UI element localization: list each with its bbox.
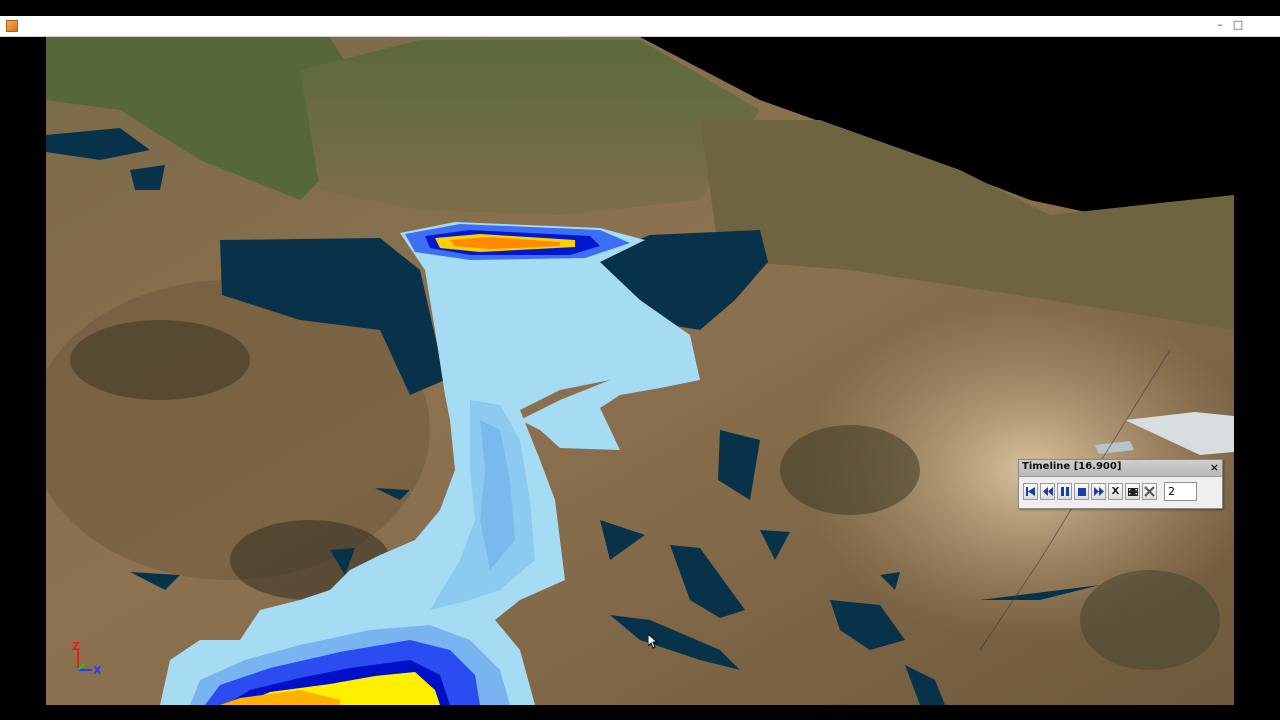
fast-forward-icon	[1093, 487, 1104, 496]
film-icon	[1127, 487, 1138, 496]
screen-bottom-border	[0, 705, 1280, 720]
step-forward-button[interactable]	[1091, 483, 1106, 500]
timeline-header[interactable]: Timeline [16.900] ×	[1019, 460, 1222, 477]
stop-button[interactable]	[1074, 483, 1089, 500]
window-titlebar[interactable]: – □ ×	[0, 16, 1280, 37]
step-size-input[interactable]	[1164, 482, 1197, 501]
skip-to-start-icon	[1026, 487, 1035, 496]
z-axis-label: Z	[72, 640, 80, 653]
axis-triad: Z X	[66, 640, 116, 685]
timeline-title: Timeline [16.900]	[1022, 461, 1122, 472]
maximize-icon[interactable]: □	[1228, 16, 1248, 36]
rewind-icon	[1042, 487, 1053, 496]
first-frame-button[interactable]	[1023, 483, 1038, 500]
shrub-patch	[70, 320, 250, 400]
step-back-button[interactable]	[1040, 483, 1055, 500]
clear-button[interactable]: X	[1108, 483, 1123, 500]
shrub-patch	[780, 425, 920, 515]
shrub-patch	[1080, 570, 1220, 670]
minimize-icon[interactable]: –	[1210, 16, 1230, 36]
3d-viewport[interactable]	[46, 37, 1234, 705]
close-icon[interactable]: ×	[1252, 16, 1272, 36]
screen-top-border	[0, 0, 1280, 16]
terrain-scene[interactable]	[46, 37, 1234, 705]
clear-button-label: X	[1111, 486, 1120, 497]
pause-icon	[1060, 487, 1069, 496]
record-button[interactable]	[1125, 483, 1140, 500]
pause-button[interactable]	[1057, 483, 1072, 500]
app-icon	[6, 20, 18, 32]
mouse-cursor-icon	[648, 634, 658, 649]
stop-icon	[1077, 487, 1086, 496]
x-axis-label: X	[93, 664, 102, 677]
tools-icon	[1144, 486, 1155, 497]
close-icon[interactable]: ×	[1210, 461, 1219, 475]
timeline-panel[interactable]: Timeline [16.900] × X	[1018, 459, 1223, 509]
settings-button[interactable]	[1142, 483, 1157, 500]
